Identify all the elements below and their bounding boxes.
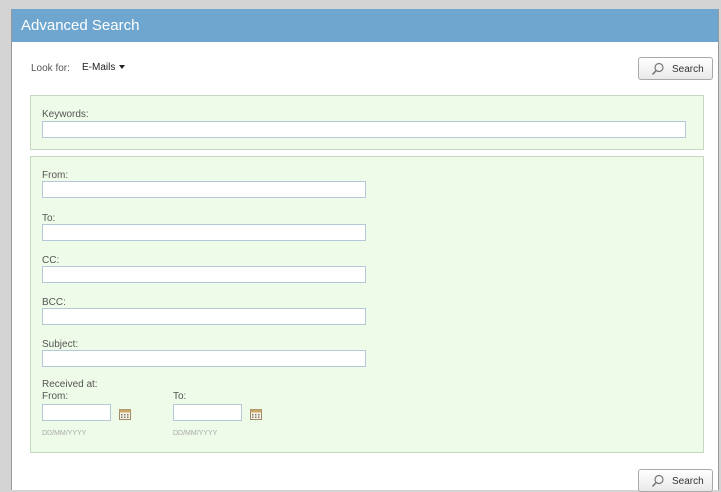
search-button-label: Search — [672, 64, 704, 75]
magnifier-icon — [651, 474, 664, 488]
to-label: To: — [42, 213, 56, 224]
cc-input[interactable] — [42, 266, 366, 283]
search-button-bottom[interactable]: Search — [638, 469, 713, 492]
magnifier-icon — [651, 62, 664, 76]
keywords-label: Keywords: — [42, 109, 89, 120]
from-input[interactable] — [42, 181, 366, 198]
cc-label: CC: — [42, 255, 60, 266]
look-for-dropdown[interactable]: E-Mails — [82, 62, 126, 73]
window-title: Advanced Search — [21, 17, 140, 34]
received-to-date-input[interactable] — [173, 404, 242, 421]
search-button-top[interactable]: Search — [638, 57, 713, 80]
look-for-label: Look for: — [31, 63, 70, 74]
advanced-search-dialog: Advanced Search Look for: E-Mails Search… — [11, 9, 719, 492]
received-from-date-input[interactable] — [42, 404, 111, 421]
received-to-label: To: — [173, 391, 187, 402]
criteria-panel: From: To: CC: BCC: Subject: Received at:… — [30, 156, 704, 453]
bcc-input[interactable] — [42, 308, 366, 325]
subject-input[interactable] — [42, 350, 366, 367]
search-button-label: Search — [672, 476, 704, 487]
to-input[interactable] — [42, 224, 366, 241]
keywords-panel: Keywords: — [30, 95, 704, 150]
title-bar: Advanced Search — [12, 9, 718, 42]
caret-down-icon — [119, 65, 126, 70]
received-from-label: From: — [42, 391, 69, 402]
received-at-label: Received at: — [42, 379, 98, 390]
calendar-icon[interactable] — [250, 408, 262, 420]
keywords-input[interactable] — [42, 121, 686, 138]
bcc-label: BCC: — [42, 297, 66, 308]
received-from-date-hint: DD/MM/YYYY — [42, 430, 87, 437]
look-for-value: E-Mails — [82, 62, 116, 73]
calendar-icon[interactable] — [119, 408, 131, 420]
received-to-date-hint: DD/MM/YYYY — [173, 430, 218, 437]
subject-label: Subject: — [42, 339, 79, 350]
from-label: From: — [42, 170, 69, 181]
